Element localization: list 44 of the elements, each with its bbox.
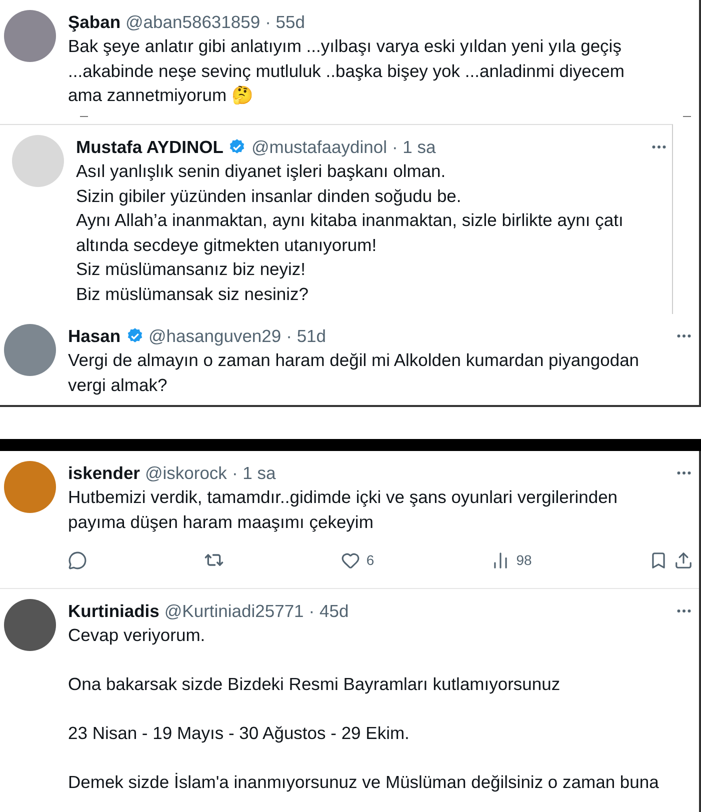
post-text: vergi almak? [68,374,168,397]
user-name: Şaban [68,11,121,34]
user-handle: @mustafaaydinol [251,136,387,159]
like-icon[interactable] [341,550,360,570]
post-time: · 1 sa [232,462,276,485]
post-text: payıma düşen haram maaşımı çekeyim [68,510,374,534]
like-count: 6 [366,552,374,568]
user-name: Hasan [68,325,121,348]
reply-icon[interactable] [68,550,87,570]
user-handle: @iskorock [144,462,227,485]
user-name: Kurtiniadis [68,600,160,623]
user-handle: @hasanguven29 [148,325,282,348]
user-handle: @aban58631859 [126,11,260,34]
post-text: Siz müslümansanız biz neyiz! [76,258,307,281]
post-text: Vergi de almayın o zaman haram değil mi Alkolden kumardan piyangodan [68,349,640,372]
avatar-photo[interactable] [4,10,56,62]
post-text: Asıl yanlışlık senin diyanet işleri başkanı olman. [76,160,447,183]
avatar-photo[interactable] [4,461,56,513]
post-text: 23 Nisan - 19 Mayıs - 30 Ağustos - 29 Ekim. [68,722,410,745]
post-time: · 51d [286,325,326,348]
verified-badge-icon [126,327,144,345]
post-time: · 1 sa [392,136,436,159]
post-text: Ona bakarsak sizde Bizdeki Resmi Bayramları kutlamıyorsunuz [68,673,562,696]
post-time: · 45d [308,600,349,623]
verified-badge-icon [228,138,246,156]
post-text: ...akabinde neşe sevinç mutluluk ..başka bişey yok ...anladinmi diyecem [68,60,626,83]
avatar-photo[interactable] [4,324,56,376]
post-text: Sizin gibiler yüzünden insanlar dinden soğudu be. [76,184,462,208]
post-text: Cevap veriyorum. [68,624,206,647]
post-time: · 55d [265,11,305,34]
post-text: Bak şeye anlatır gibi anlatıyım ...yılbaşı varya eski yıldan yeni yıla geçiş [68,35,622,58]
post-text: Demek sizde İslam'a inanmıyorsunuz ve Müslüman değilsiniz o zaman buna [68,771,660,794]
share-icon[interactable] [674,550,693,570]
post-text: Biz müslümansak siz nesiniz? [76,282,310,306]
post-text: Hutbemizi verdik, tamamdır..gidimde içki ve şans oyunlari vergilerinden [68,486,619,509]
user-handle: @Kurtiniadi25771 [164,600,304,623]
post-text: altında secdeye gitmekten utanıyorum! [76,234,378,257]
post-text: Aynı Allah’a inanmaktan, aynı kitaba inanmaktan, sizle birlikte aynı çatı [76,209,624,232]
user-name: iskender [68,462,140,485]
post-text: ama zannetmiyorum 🤔 [68,84,254,107]
user-name: Mustafa AYDINOL [76,136,224,159]
bookmark-icon[interactable] [649,550,668,570]
view-count: 98 [516,552,532,568]
avatar-photo[interactable] [4,599,56,651]
